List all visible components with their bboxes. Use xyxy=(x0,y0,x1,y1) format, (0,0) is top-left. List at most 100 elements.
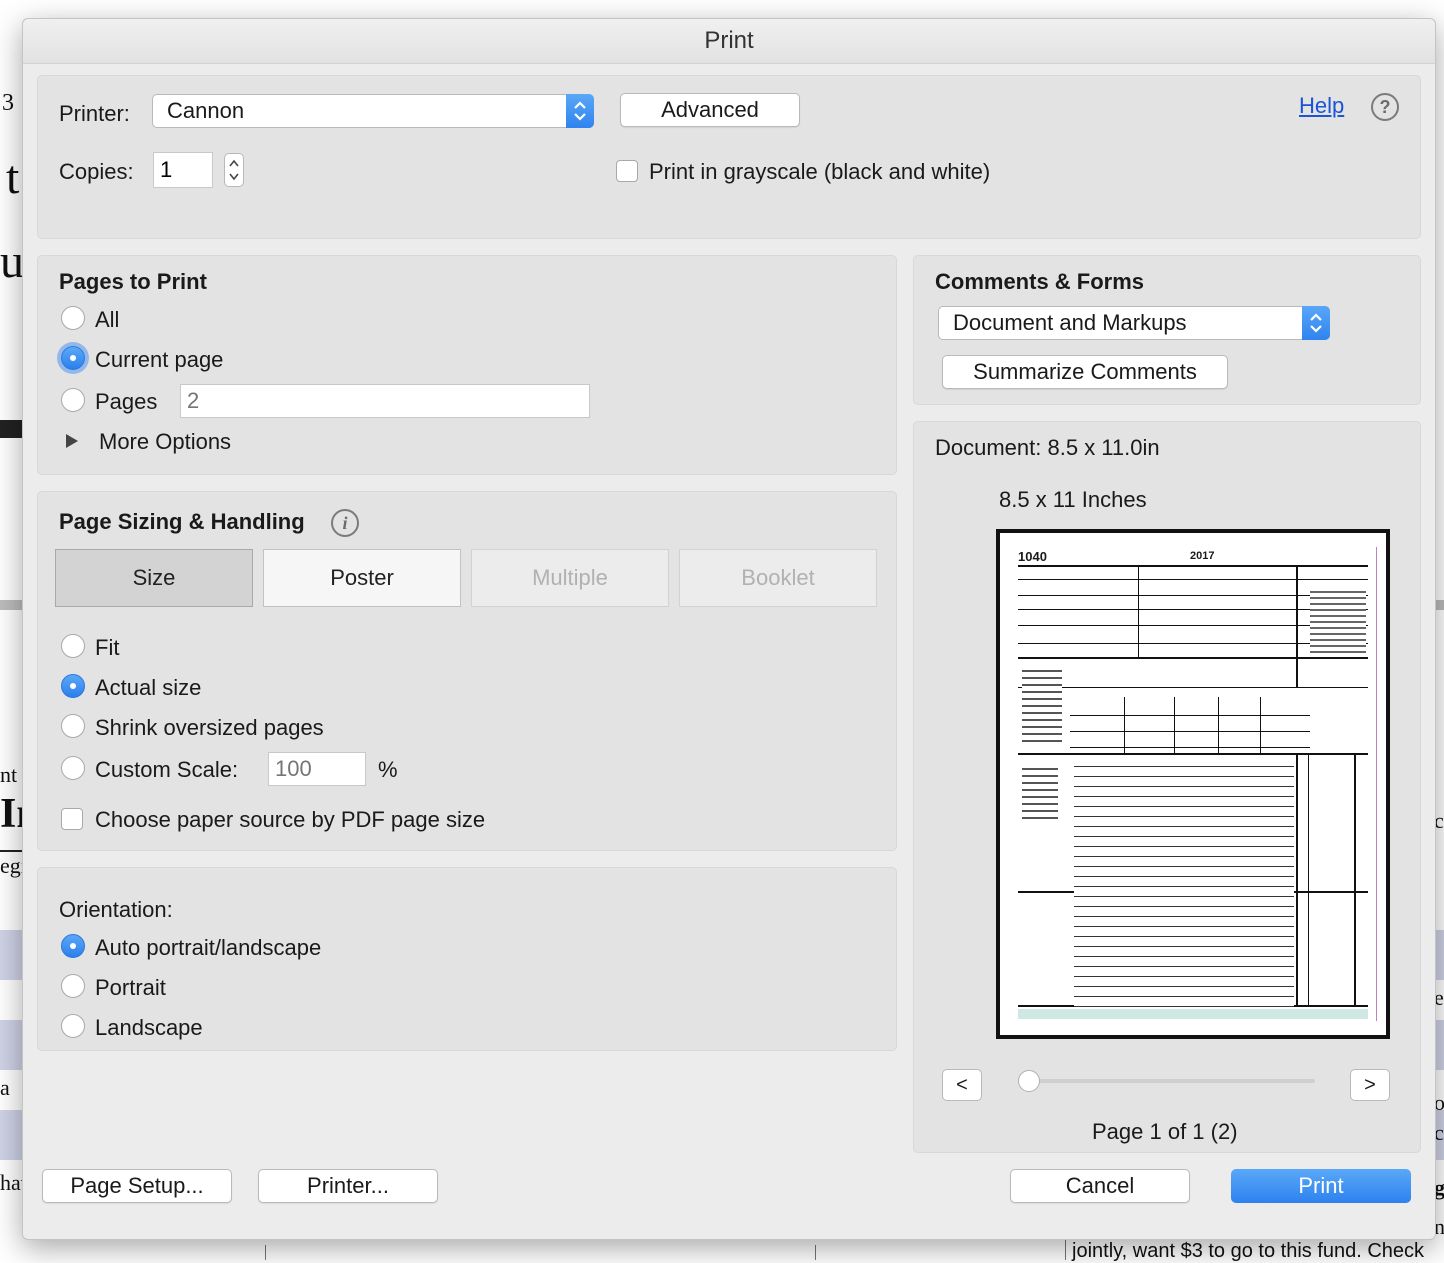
orientation-portrait-radio[interactable] xyxy=(61,974,85,998)
background-fragment: 3 xyxy=(2,90,14,116)
summarize-comments-button[interactable]: Summarize Comments xyxy=(942,355,1228,389)
printer-button[interactable]: Printer... xyxy=(258,1169,438,1203)
more-options-label[interactable]: More Options xyxy=(99,429,231,455)
form-line xyxy=(1070,715,1310,716)
paper-source-checkbox[interactable] xyxy=(61,808,83,830)
form-line xyxy=(1218,697,1219,753)
paper-size-label: 8.5 x 11 Inches xyxy=(999,487,1147,512)
print-dialog: Print Printer: Cannon Advanced Help ? Co… xyxy=(22,18,1436,1240)
printer-select[interactable]: Cannon xyxy=(152,94,594,128)
sizing-shrink-radio[interactable] xyxy=(61,714,85,738)
sizing-shrink-label[interactable]: Shrink oversized pages xyxy=(95,715,324,741)
info-icon[interactable]: i xyxy=(331,509,359,537)
document-size-label: Document: 8.5 x 11.0in xyxy=(935,435,1160,460)
pages-range-input[interactable] xyxy=(180,384,590,418)
form-line xyxy=(1018,657,1368,659)
grayscale-checkbox[interactable] xyxy=(616,160,638,182)
help-link[interactable]: Help xyxy=(1299,93,1344,119)
pages-range-radio[interactable] xyxy=(61,388,85,412)
pages-current-radio[interactable] xyxy=(61,346,85,370)
tab-poster[interactable]: Poster xyxy=(263,549,461,607)
comments-forms-title: Comments & Forms xyxy=(935,269,1145,294)
page-indicator: Page 1 of 1 (2) xyxy=(1092,1119,1238,1144)
preview-form-year: 2017 xyxy=(1190,550,1215,562)
cancel-button[interactable]: Cancel xyxy=(1010,1169,1190,1203)
form-line xyxy=(1018,687,1368,688)
pages-to-print-title: Pages to Print xyxy=(59,269,207,294)
form-line xyxy=(1260,697,1261,753)
form-line xyxy=(1018,565,1368,567)
page-preview: 1040 2017 xyxy=(996,529,1390,1039)
printer-select-value: Cannon xyxy=(167,98,245,123)
pages-all-radio[interactable] xyxy=(61,306,85,330)
chevron-updown-icon xyxy=(566,94,594,128)
preview-sheet: 1040 2017 xyxy=(1014,547,1377,1021)
sizing-fit-label[interactable]: Fit xyxy=(95,635,119,661)
orientation-landscape-label[interactable]: Landscape xyxy=(95,1015,203,1041)
background-rule xyxy=(815,1245,816,1260)
orientation-portrait-label[interactable]: Portrait xyxy=(95,975,166,1001)
page-sizing-title: Page Sizing & Handling xyxy=(59,509,305,534)
orientation-title: Orientation: xyxy=(59,897,173,922)
background-fragment: u xyxy=(0,235,24,288)
preview-form-title: 1040 xyxy=(1018,549,1047,564)
form-line xyxy=(1296,567,1298,687)
form-line xyxy=(1018,579,1368,580)
sizing-actual-radio[interactable] xyxy=(61,674,85,698)
sizing-custom-radio[interactable] xyxy=(61,756,85,780)
form-line xyxy=(1308,753,1309,1005)
form-line xyxy=(1070,731,1310,732)
disclosure-triangle-icon[interactable] xyxy=(65,433,79,454)
background-fragment: t xyxy=(6,151,20,204)
form-line xyxy=(1296,753,1298,1005)
form-line xyxy=(1354,753,1356,1005)
form-side-labels xyxy=(1022,763,1058,823)
form-line xyxy=(1174,697,1175,753)
page-setup-button[interactable]: Page Setup... xyxy=(42,1169,232,1203)
form-line xyxy=(1018,753,1368,755)
background-fragment: nt xyxy=(0,762,18,787)
grayscale-label[interactable]: Print in grayscale (black and white) xyxy=(649,159,990,185)
tab-size[interactable]: Size xyxy=(55,549,253,607)
dialog-title: Print xyxy=(23,19,1435,64)
paper-source-label[interactable]: Choose paper source by PDF page size xyxy=(95,807,485,833)
chevron-updown-icon xyxy=(229,159,239,181)
form-line xyxy=(1138,567,1139,657)
comments-forms-select[interactable]: Document and Markups xyxy=(938,306,1330,340)
pages-range-label[interactable]: Pages xyxy=(95,389,157,415)
next-page-button[interactable]: > xyxy=(1350,1069,1390,1101)
pages-all-label[interactable]: All xyxy=(95,307,119,333)
sizing-actual-label[interactable]: Actual size xyxy=(95,675,201,701)
copies-input[interactable] xyxy=(153,152,213,188)
form-side-labels xyxy=(1310,587,1366,657)
form-line-items xyxy=(1074,757,1294,1007)
form-line xyxy=(1124,697,1125,753)
tab-multiple[interactable]: Multiple xyxy=(471,549,669,607)
chevron-updown-icon xyxy=(1302,306,1330,340)
print-button[interactable]: Print xyxy=(1231,1169,1411,1203)
page-slider-knob[interactable] xyxy=(1018,1070,1040,1092)
tab-booklet[interactable]: Booklet xyxy=(679,549,877,607)
advanced-button[interactable]: Advanced xyxy=(620,93,800,127)
comments-forms-select-value: Document and Markups xyxy=(953,310,1187,335)
help-question-icon[interactable]: ? xyxy=(1371,93,1399,121)
form-footer-band xyxy=(1018,1009,1368,1019)
percent-label: % xyxy=(378,757,398,782)
page-slider-track[interactable] xyxy=(1031,1079,1315,1083)
orientation-auto-label[interactable]: Auto portrait/landscape xyxy=(95,935,321,961)
sizing-custom-label[interactable]: Custom Scale: xyxy=(95,757,238,783)
background-rule xyxy=(265,1245,266,1260)
background-rule xyxy=(0,420,22,438)
form-line xyxy=(1070,747,1310,748)
background-rule xyxy=(0,850,22,852)
copies-label: Copies: xyxy=(59,159,134,184)
custom-scale-input[interactable] xyxy=(268,752,366,786)
pages-current-label[interactable]: Current page xyxy=(95,347,223,373)
form-side-labels xyxy=(1022,665,1062,745)
sizing-fit-radio[interactable] xyxy=(61,634,85,658)
prev-page-button[interactable]: < xyxy=(942,1069,982,1101)
page-sizing-panel xyxy=(37,491,897,851)
orientation-auto-radio[interactable] xyxy=(61,934,85,958)
orientation-landscape-radio[interactable] xyxy=(61,1014,85,1038)
copies-stepper[interactable] xyxy=(224,153,244,187)
